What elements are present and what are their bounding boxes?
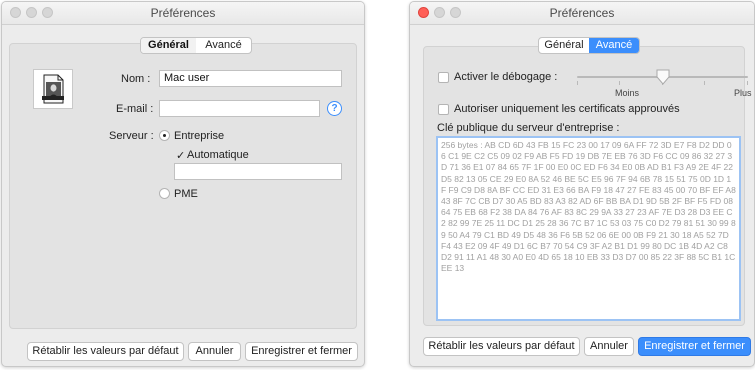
slider-max-label: Plus [734,88,752,98]
public-key-label: Clé publique du serveur d'entreprise : [437,122,620,134]
slider-tick [619,81,620,85]
save-and-close-button[interactable]: Enregistrer et fermer [245,342,358,361]
server-label: Serveur : [109,130,154,142]
name-label: Nom : [121,73,151,85]
window-title: Préférences [549,6,615,20]
title-bar[interactable]: Préférences [410,2,754,25]
reset-defaults-button[interactable]: Rétablir les valeurs par défaut [423,337,580,356]
preferences-window-general: Préférences Général Avancé Nom : Mac use… [1,1,365,367]
pme-label: PME [174,188,198,200]
automatic-checkmark-icon[interactable]: ✓ [176,149,185,162]
debug-checkbox[interactable] [438,72,449,83]
slider-tick [577,81,578,85]
trusted-certificates-checkbox[interactable] [438,104,449,115]
enterprise-label: Entreprise [174,130,225,142]
tab-general[interactable]: Général [141,38,196,53]
automatic-label: Automatique [187,149,249,161]
email-field[interactable] [159,100,320,117]
pme-radio[interactable] [159,188,170,199]
help-icon[interactable]: ? [327,101,342,116]
tab-advanced[interactable]: Avancé [589,38,639,53]
tab-bar: Général Avancé [538,37,640,54]
preferences-window-advanced: Préférences Général Avancé Activer le dé… [409,1,755,367]
slider-thumb[interactable] [656,69,670,85]
tab-bar: Général Avancé [140,37,252,54]
save-and-close-button[interactable]: Enregistrer et fermer [638,337,751,356]
slider-tick [704,81,705,85]
debug-label: Activer le débogage : [454,71,558,83]
avatar[interactable] [33,69,73,109]
enterprise-radio[interactable] [159,130,170,141]
email-label: E-mail : [116,103,154,115]
public-key-textarea[interactable]: 256 bytes : AB CD 6D 43 FB 15 FC 23 00 1… [436,136,741,321]
tab-advanced[interactable]: Avancé [196,38,251,53]
name-field[interactable]: Mac user [159,70,342,87]
mona-lisa-image-file-icon [42,74,64,104]
title-bar[interactable]: Préférences [2,2,364,25]
reset-defaults-button[interactable]: Rétablir les valeurs par défaut [27,342,184,361]
slider-tick [747,81,748,85]
window-title: Préférences [150,6,216,20]
server-address-field[interactable] [174,163,342,180]
cancel-button[interactable]: Annuler [188,342,241,361]
tab-general[interactable]: Général [539,38,589,53]
trusted-certificates-label: Autoriser uniquement les certificats app… [454,103,680,115]
slider-min-label: Moins [615,88,640,98]
cancel-button[interactable]: Annuler [584,337,634,356]
